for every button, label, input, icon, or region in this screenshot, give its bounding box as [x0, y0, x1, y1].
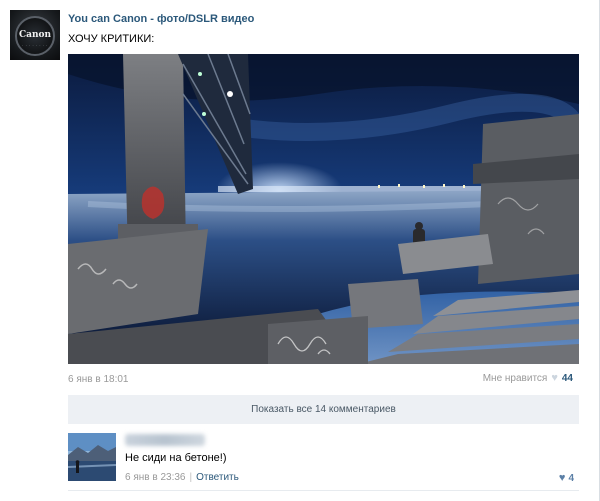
- post-date-link[interactable]: 6 янв в 18:01: [68, 374, 128, 385]
- show-all-comments-button[interactable]: Показать все 14 комментариев: [68, 395, 579, 424]
- comment-meta: 6 янв в 23:36 | Ответить: [125, 472, 239, 483]
- community-avatar[interactable]: Canon · · · · · · · ·: [10, 10, 60, 60]
- like-count: 44: [561, 372, 573, 384]
- like-label: Мне нравится: [482, 372, 548, 384]
- comment-text: Не сиди на бетоне!): [125, 452, 227, 464]
- heart-icon: ♥: [558, 472, 566, 484]
- avatar-brand-logo: Canon: [18, 30, 52, 40]
- comment-divider: [68, 490, 579, 491]
- comment-author-avatar[interactable]: [68, 433, 116, 481]
- reply-button[interactable]: Ответить: [196, 472, 239, 483]
- meta-separator: |: [189, 472, 193, 483]
- lake-landscape-thumbnail: [68, 433, 116, 481]
- comment-like-button[interactable]: ♥ 4: [559, 472, 574, 484]
- night-bridge-panorama-image: [68, 54, 579, 364]
- comment-like-count: 4: [568, 472, 574, 484]
- post-author-link[interactable]: You can Canon - фото/DSLR видео: [68, 13, 254, 25]
- comment-date-link[interactable]: 6 янв в 23:36: [125, 472, 185, 483]
- comment-author-name-blurred[interactable]: [125, 434, 205, 446]
- heart-icon: ♥: [551, 372, 558, 384]
- post-photo[interactable]: [68, 54, 579, 364]
- avatar-lens-ring-text: · · · · · · · ·: [22, 43, 48, 48]
- post-text: ХОЧУ КРИТИКИ:: [68, 33, 155, 45]
- post-like-button[interactable]: Мне нравится ♥ 44: [483, 372, 573, 384]
